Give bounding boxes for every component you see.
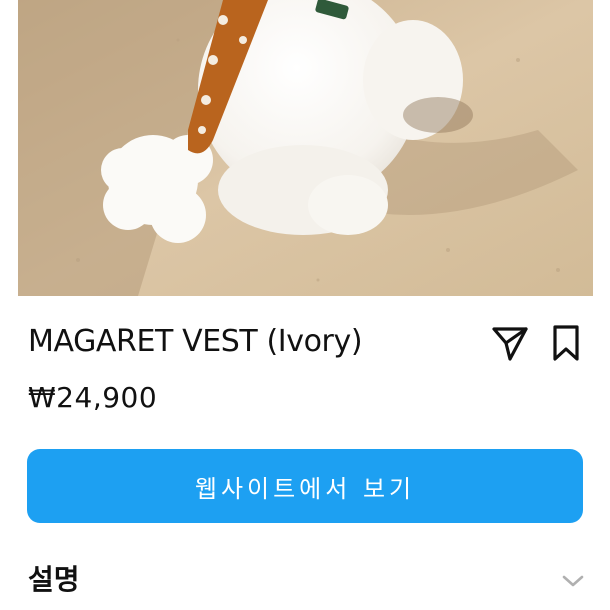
- chevron-down-icon[interactable]: [558, 566, 588, 596]
- product-title: MAGARET VEST (Ivory): [28, 324, 363, 359]
- product-price: ₩24,900: [28, 381, 158, 414]
- product-photo[interactable]: [18, 0, 593, 296]
- product-photo-illustration: [18, 0, 593, 296]
- view-on-website-label: 웹사이트에서 보기: [194, 474, 416, 503]
- paper-plane-icon[interactable]: [490, 323, 530, 363]
- description-heading: 설명: [28, 563, 80, 596]
- view-on-website-button[interactable]: 웹사이트에서 보기: [27, 449, 583, 523]
- product-detail-page: MAGARET VEST (Ivory) ₩24,900 웹사이트에서 보기 설…: [0, 0, 610, 610]
- bookmark-icon[interactable]: [548, 323, 584, 363]
